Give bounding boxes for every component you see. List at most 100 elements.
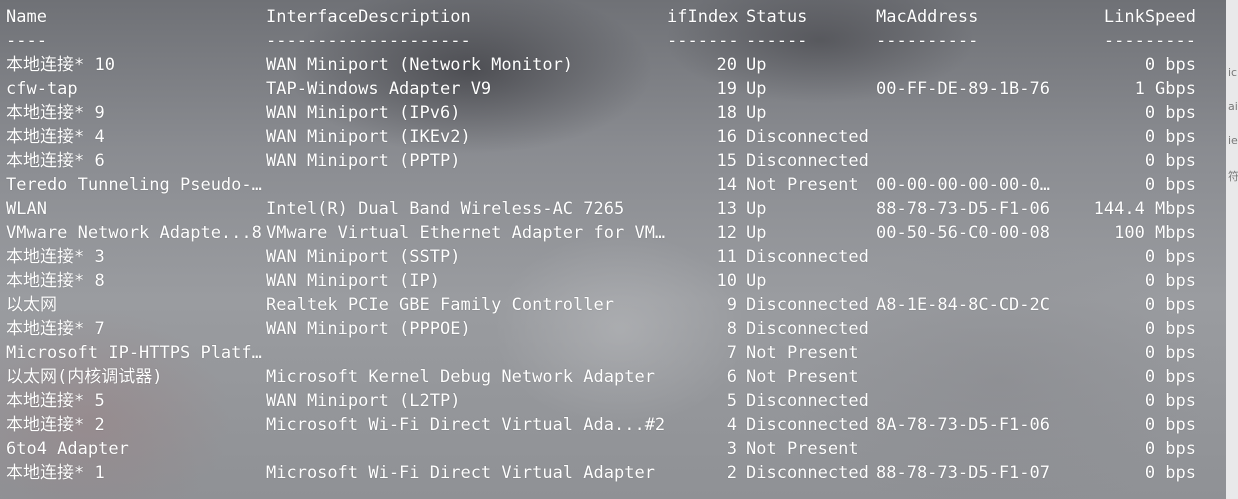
adapter-ifindex: 5 [726,391,737,411]
separator-description: -------------------- [266,31,471,51]
adapter-speed: 0 bps [1144,319,1196,339]
adjacent-window-edge: ic ai ie 符 [1226,0,1238,499]
adapter-description: WAN Miniport (IKEv2) [266,127,471,147]
header-speed: LinkSpeed [1103,7,1196,27]
adapter-status: Disconnected [746,127,869,147]
adapter-name: 本地连接* 5 [6,391,105,411]
edge-glyph: ic [1228,66,1238,79]
separator-speed: --------- [1103,31,1196,51]
separator-status: ------ [746,31,808,51]
adapter-speed: 0 bps [1144,391,1196,411]
table-header-row: Name InterfaceDescription ifIndex Status… [0,5,1196,29]
adapter-description: TAP-Windows Adapter V9 [266,79,492,99]
adapter-status: Disconnected [746,151,869,171]
header-ifindex: ifIndex [667,7,739,27]
adapter-ifindex: 20 [716,55,737,75]
adapter-ifindex: 16 [716,127,737,147]
adapter-speed: 0 bps [1144,151,1196,171]
adapter-speed: 144.4 Mbps [1093,199,1196,219]
edge-glyph: 符 [1228,170,1238,183]
adapter-name: Microsoft IP-HTTPS Platf… [6,343,262,363]
adapter-ifindex: 3 [726,439,737,459]
adapter-name: 本地连接* 7 [6,319,105,339]
adapter-description: WAN Miniport (L2TP) [266,391,461,411]
adapter-ifindex: 8 [726,319,737,339]
adapter-status: Disconnected [746,415,869,435]
adapter-ifindex: 19 [716,79,737,99]
adapter-name: 以太网 [6,295,57,315]
adapter-status: Up [746,199,767,219]
adapter-ifindex: 15 [716,151,737,171]
adapter-name: Teredo Tunneling Pseudo-… [6,175,262,195]
adapter-ifindex: 18 [716,103,737,123]
adapter-speed: 0 bps [1144,463,1196,483]
adapter-description: Microsoft Wi-Fi Direct Virtual Adapter [266,463,655,483]
adapter-name: 本地连接* 6 [6,151,105,171]
separator-ifindex: ------- [667,31,739,51]
adapter-name: 本地连接* 3 [6,247,105,267]
adapter-description: WAN Miniport (IPv6) [266,103,461,123]
adapter-status: Disconnected [746,463,869,483]
adapter-mac: A8-1E-84-8C-CD-2C [876,295,1050,315]
adapter-description: WAN Miniport (PPPOE) [266,319,471,339]
table-separator-row: ---- -------------------- ------- ------… [0,29,1196,53]
header-mac: MacAddress [876,7,979,27]
adapter-mac: 00-FF-DE-89-1B-76 [876,79,1050,99]
adapter-description: WAN Miniport (PPTP) [266,151,461,171]
edge-glyph: ie [1228,134,1238,147]
adapter-speed: 100 Mbps [1114,223,1196,243]
adapter-ifindex: 11 [716,247,737,267]
adapter-ifindex: 7 [726,343,737,363]
adapter-name: 本地连接* 1 [6,463,105,483]
adapter-status: Up [746,103,767,123]
adapter-name: 本地连接* 8 [6,271,105,291]
adapter-speed: 0 bps [1144,439,1196,459]
edge-glyph: ai [1228,100,1238,113]
header-name: Name [6,7,47,27]
adapter-speed: 0 bps [1144,415,1196,435]
adapter-status: Up [746,79,767,99]
adapter-description: Realtek PCIe GBE Family Controller [266,295,614,315]
adapter-speed: 0 bps [1144,367,1196,387]
adapter-speed: 0 bps [1144,295,1196,315]
adapter-speed: 0 bps [1144,175,1196,195]
adapter-mac: 00-50-56-C0-00-08 [876,223,1050,243]
adapter-name: 本地连接* 2 [6,415,105,435]
adapter-name: 6to4 Adapter [6,439,129,459]
adapter-name: cfw-tap [6,79,78,99]
header-description: InterfaceDescription [266,7,471,27]
adapter-status: Not Present [746,175,859,195]
adapter-speed: 0 bps [1144,343,1196,363]
adapter-status: Not Present [746,367,859,387]
adapter-status: Disconnected [746,391,869,411]
adapter-name: 本地连接* 10 [6,55,115,75]
adapter-description: WAN Miniport (SSTP) [266,247,461,267]
adapter-ifindex: 4 [726,415,737,435]
adapter-mac: 8A-78-73-D5-F1-06 [876,415,1050,435]
adapter-status: Up [746,271,767,291]
adapter-speed: 0 bps [1144,127,1196,147]
adapter-status: Not Present [746,439,859,459]
adapter-status: Disconnected [746,295,869,315]
adapter-speed: 0 bps [1144,271,1196,291]
adapter-status: Disconnected [746,319,869,339]
adapter-speed: 0 bps [1144,247,1196,267]
adapter-name: 本地连接* 4 [6,127,105,147]
adapter-status: Not Present [746,343,859,363]
adapter-status: Disconnected [746,247,869,267]
adapter-ifindex: 6 [726,367,737,387]
terminal-window: Name InterfaceDescription ifIndex Status… [0,0,1238,499]
adapter-name: WLAN [6,199,47,219]
adapter-mac: 88-78-73-D5-F1-07 [876,463,1050,483]
adapter-speed: 0 bps [1144,103,1196,123]
adapter-ifindex: 13 [716,199,737,219]
adapter-speed: 0 bps [1144,55,1196,75]
adapter-status: Up [746,55,767,75]
adapter-ifindex: 14 [716,175,737,195]
adapter-description: WAN Miniport (Network Monitor) [266,55,574,75]
adapter-description: Microsoft Wi-Fi Direct Virtual Ada...#2 [266,415,666,435]
adapter-description: Intel(R) Dual Band Wireless-AC 7265 [266,199,625,219]
adapter-description: VMware Virtual Ethernet Adapter for VM… [266,223,666,243]
adapter-name: 本地连接* 9 [6,103,105,123]
adapter-ifindex: 10 [716,271,737,291]
